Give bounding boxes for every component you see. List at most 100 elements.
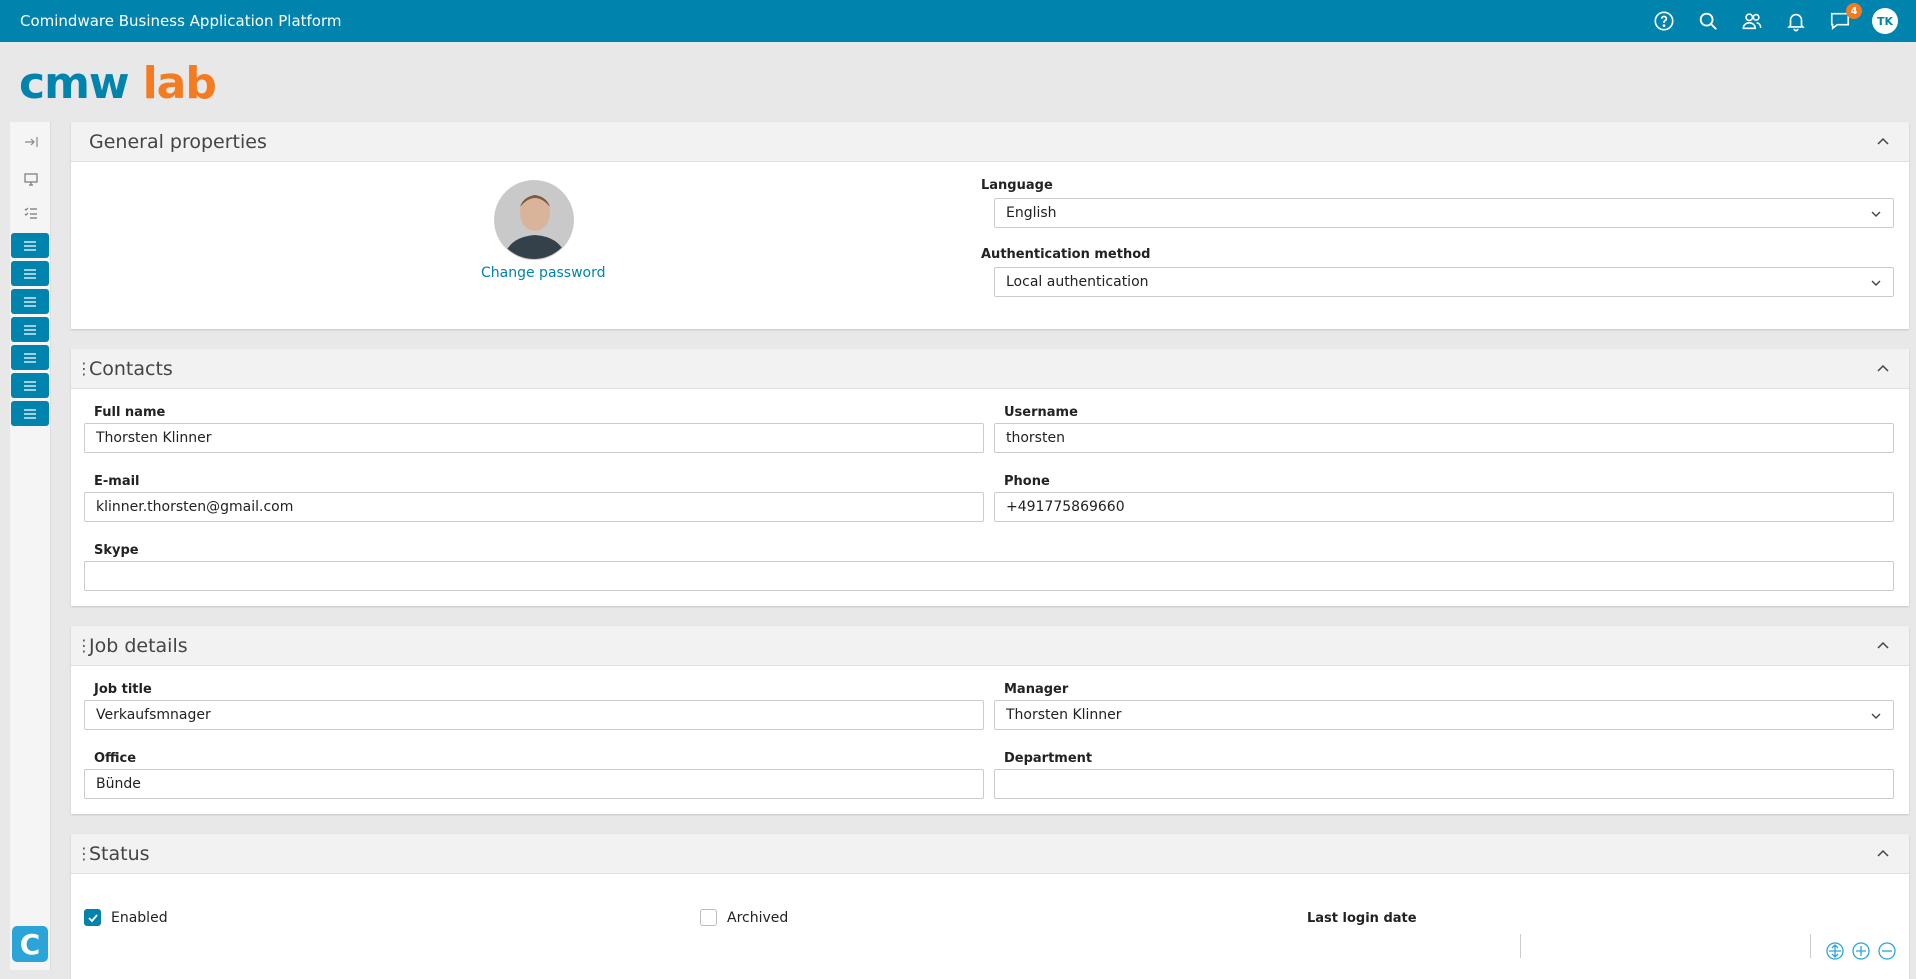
list-icon bbox=[24, 324, 36, 335]
fullname-value: Thorsten Klinner bbox=[96, 430, 212, 446]
phone-label: Phone bbox=[1004, 474, 1050, 489]
skype-label: Skype bbox=[94, 543, 139, 558]
zoom-in-icon[interactable] bbox=[1851, 941, 1871, 961]
username-label: Username bbox=[1004, 405, 1078, 420]
expand-sidebar-icon[interactable] bbox=[10, 122, 51, 162]
enabled-checkbox-row[interactable]: Enabled bbox=[84, 909, 168, 926]
comindware-c-logo[interactable]: C bbox=[12, 926, 48, 962]
jobtitle-field[interactable]: Verkaufsmnager bbox=[84, 700, 984, 730]
section-title: General properties bbox=[89, 130, 267, 153]
auth-method-value: Local authentication bbox=[1006, 274, 1149, 290]
username-value: thorsten bbox=[1006, 430, 1065, 446]
topbar-icons: 4 TK bbox=[1652, 0, 1898, 42]
chevron-up-icon[interactable] bbox=[1875, 846, 1891, 862]
users-icon[interactable] bbox=[1740, 9, 1764, 33]
list-icon bbox=[24, 240, 36, 251]
menu-button-2[interactable] bbox=[11, 261, 49, 286]
menu-button-3[interactable] bbox=[11, 289, 49, 314]
menu-button-5[interactable] bbox=[11, 345, 49, 370]
user-photo[interactable] bbox=[494, 180, 574, 260]
last-login-label: Last login date bbox=[1307, 911, 1417, 926]
jobtitle-label: Job title bbox=[94, 682, 152, 697]
menu-button-1[interactable] bbox=[11, 233, 49, 258]
archived-checkbox[interactable] bbox=[700, 909, 717, 926]
menu-button-6[interactable] bbox=[11, 373, 49, 398]
chevron-down-icon bbox=[1871, 280, 1881, 286]
bell-icon[interactable] bbox=[1784, 9, 1808, 33]
chat-icon[interactable]: 4 bbox=[1828, 3, 1862, 33]
skype-field[interactable] bbox=[84, 561, 1894, 591]
zoom-out-icon[interactable] bbox=[1877, 941, 1897, 961]
menu-button-7[interactable] bbox=[11, 401, 49, 426]
help-icon[interactable] bbox=[1652, 9, 1676, 33]
section-status: ⋮ Status Enabled Archived Last login dat… bbox=[71, 834, 1909, 979]
drag-handle-icon[interactable]: ⋮ bbox=[76, 636, 92, 655]
divider bbox=[1810, 934, 1811, 958]
email-field[interactable]: klinner.thorsten@gmail.com bbox=[84, 492, 984, 522]
divider bbox=[1520, 934, 1521, 958]
chevron-down-icon bbox=[1871, 713, 1881, 719]
section-title: Job details bbox=[89, 634, 188, 657]
username-field[interactable]: thorsten bbox=[994, 423, 1894, 453]
drag-handle-icon[interactable]: ⋮ bbox=[76, 844, 92, 863]
user-avatar[interactable]: TK bbox=[1872, 8, 1898, 34]
list-icon bbox=[24, 352, 36, 363]
chevron-up-icon[interactable] bbox=[1875, 638, 1891, 654]
email-value: klinner.thorsten@gmail.com bbox=[96, 499, 294, 515]
company-logo: cmw lab bbox=[19, 58, 217, 109]
zoom-controls bbox=[1825, 941, 1897, 961]
section-header[interactable]: ⋮ Status bbox=[71, 834, 1909, 874]
auth-method-label: Authentication method bbox=[981, 247, 1151, 262]
language-label: Language bbox=[981, 178, 1053, 193]
manager-value: Thorsten Klinner bbox=[1006, 707, 1122, 723]
chevron-up-icon[interactable] bbox=[1875, 134, 1891, 150]
archived-checkbox-row[interactable]: Archived bbox=[700, 909, 788, 926]
list-icon bbox=[24, 408, 36, 419]
checklist-icon[interactable] bbox=[10, 196, 51, 230]
chat-badge: 4 bbox=[1846, 3, 1862, 19]
fullname-field[interactable]: Thorsten Klinner bbox=[84, 423, 984, 453]
check-icon bbox=[87, 913, 98, 922]
desktop-icon[interactable] bbox=[10, 162, 51, 196]
enabled-label: Enabled bbox=[111, 909, 168, 926]
archived-label: Archived bbox=[727, 909, 789, 926]
department-field[interactable] bbox=[994, 769, 1894, 799]
jobtitle-value: Verkaufsmnager bbox=[96, 707, 211, 723]
left-toolbar: C bbox=[10, 122, 51, 970]
menu-button-4[interactable] bbox=[11, 317, 49, 342]
enabled-checkbox[interactable] bbox=[84, 909, 101, 926]
phone-field[interactable]: +491775869660 bbox=[994, 492, 1894, 522]
section-header[interactable]: ⋮ Contacts bbox=[71, 349, 1909, 389]
section-header[interactable]: General properties bbox=[71, 122, 1909, 162]
chevron-up-icon[interactable] bbox=[1875, 361, 1891, 377]
fit-icon[interactable] bbox=[1825, 941, 1845, 961]
manager-label: Manager bbox=[1004, 682, 1069, 697]
department-label: Department bbox=[1004, 751, 1093, 766]
app-title: Comindware Business Application Platform bbox=[20, 12, 342, 30]
section-general-properties: General properties Change password Langu… bbox=[71, 122, 1909, 329]
change-password-link[interactable]: Change password bbox=[481, 265, 606, 281]
office-label: Office bbox=[94, 751, 137, 766]
auth-method-select[interactable]: Local authentication bbox=[994, 267, 1894, 297]
list-icon bbox=[24, 296, 36, 307]
search-icon[interactable] bbox=[1696, 9, 1720, 33]
list-icon bbox=[24, 380, 36, 391]
email-label: E-mail bbox=[94, 474, 140, 489]
section-header[interactable]: ⋮ Job details bbox=[71, 626, 1909, 666]
section-contacts: ⋮ Contacts Full name Thorsten Klinner Us… bbox=[71, 349, 1909, 606]
section-job-details: ⋮ Job details Job title Verkaufsmnager M… bbox=[71, 626, 1909, 814]
section-title: Status bbox=[89, 842, 150, 865]
language-select[interactable]: English bbox=[994, 198, 1894, 228]
fullname-label: Full name bbox=[94, 405, 166, 420]
top-bar: Comindware Business Application Platform… bbox=[0, 0, 1916, 42]
drag-handle-icon[interactable]: ⋮ bbox=[76, 359, 92, 378]
chevron-down-icon bbox=[1871, 211, 1881, 217]
office-value: Bünde bbox=[96, 776, 141, 792]
section-title: Contacts bbox=[89, 357, 173, 380]
logo-part-cmw: cmw bbox=[19, 58, 130, 109]
phone-value: +491775869660 bbox=[1006, 499, 1125, 515]
list-icon bbox=[24, 268, 36, 279]
office-field[interactable]: Bünde bbox=[84, 769, 984, 799]
logo-part-lab: lab bbox=[142, 58, 217, 109]
manager-select[interactable]: Thorsten Klinner bbox=[994, 700, 1894, 730]
